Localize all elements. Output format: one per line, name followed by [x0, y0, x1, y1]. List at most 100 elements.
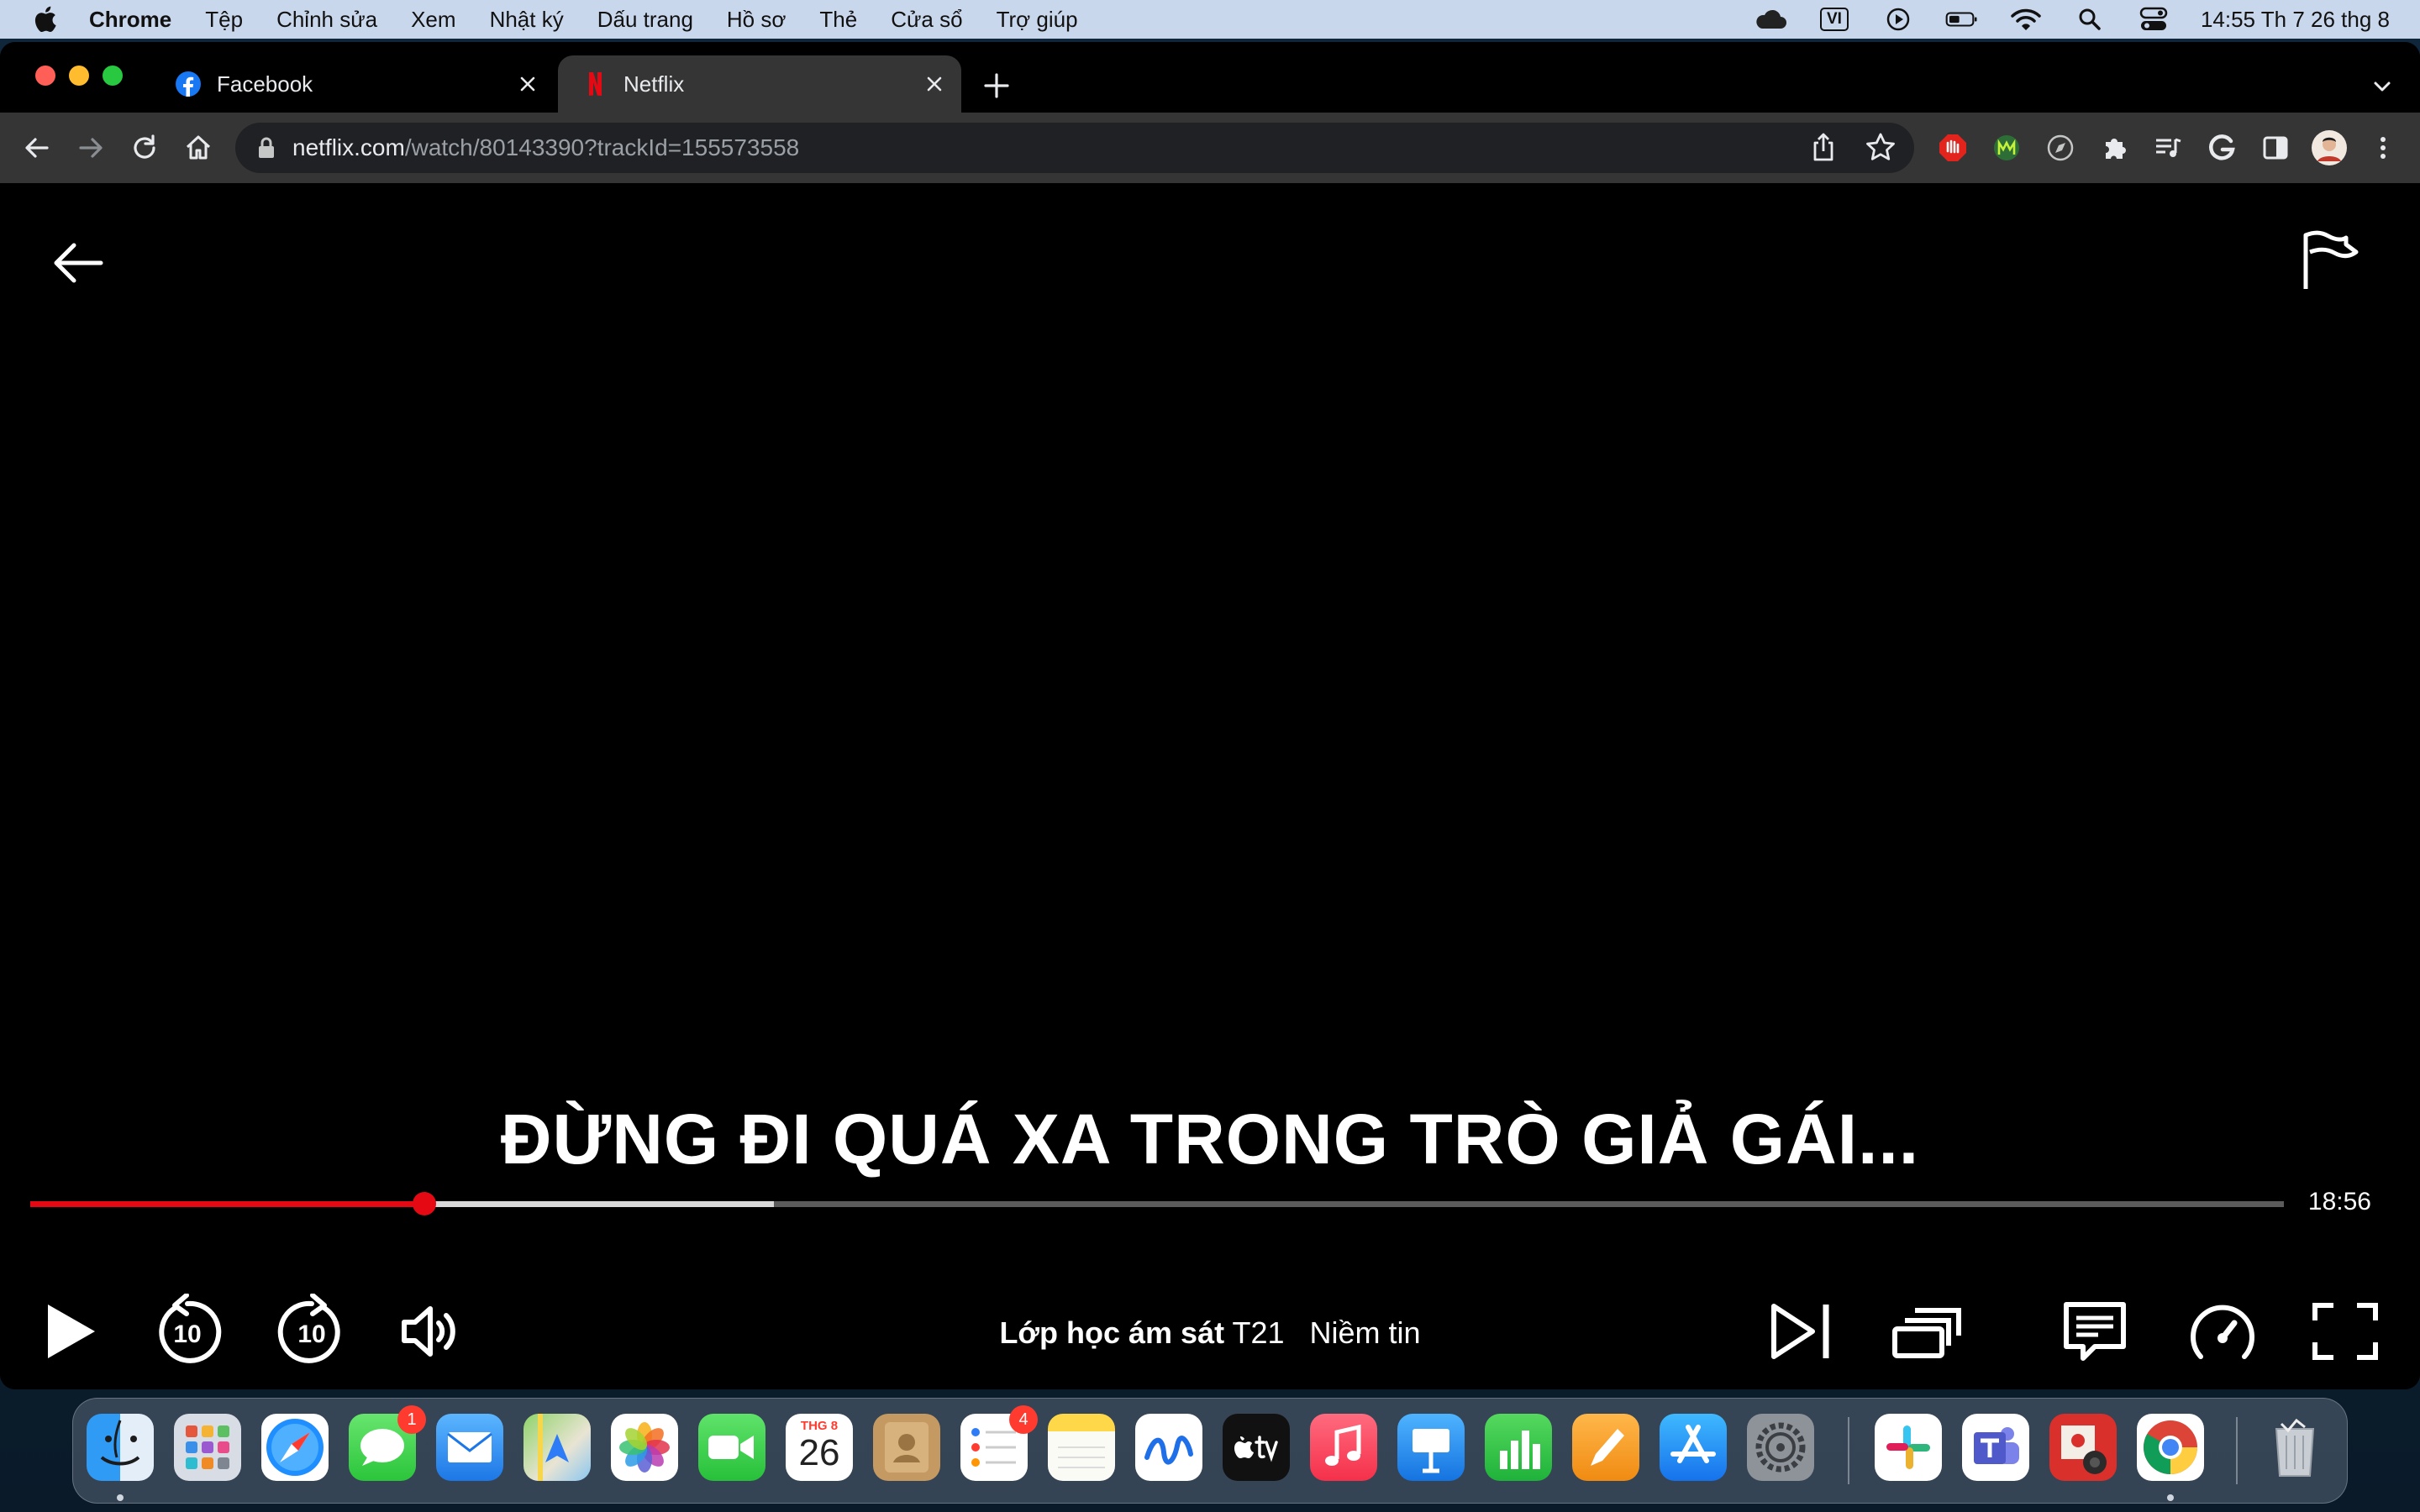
menu-view[interactable]: Xem: [411, 7, 455, 33]
profile-avatar[interactable]: [2309, 128, 2349, 168]
slack-icon[interactable]: [1875, 1414, 1942, 1481]
tab-search-chevron-icon[interactable]: [2370, 74, 2395, 99]
tab-title: Facebook: [217, 71, 313, 97]
side-panel-icon[interactable]: [2255, 128, 2296, 168]
trash-icon[interactable]: [2261, 1414, 2328, 1481]
grammarly-extension-icon[interactable]: [2202, 128, 2242, 168]
running-indicator: [2167, 1494, 2174, 1501]
adblock-extension-icon[interactable]: [1933, 128, 1973, 168]
fullscreen-button[interactable]: [2307, 1294, 2383, 1369]
control-center-icon[interactable]: [2137, 7, 2170, 32]
bookmark-star-icon[interactable]: [1864, 131, 1897, 165]
system-settings-icon[interactable]: [1747, 1414, 1814, 1481]
app-store-icon[interactable]: [1660, 1414, 1727, 1481]
chrome-menu-button[interactable]: [2363, 128, 2403, 168]
menu-window[interactable]: Cửa sổ: [891, 7, 962, 33]
dock: 1 THG 8 26 4: [72, 1398, 2348, 1504]
finder-icon[interactable]: [87, 1414, 154, 1481]
freeform-icon[interactable]: [1135, 1414, 1202, 1481]
media-play-icon[interactable]: [1881, 7, 1915, 32]
vpn-extension-icon[interactable]: [1986, 128, 2027, 168]
maps-icon[interactable]: [523, 1414, 591, 1481]
subtitles-icon: [2064, 1302, 2126, 1361]
numbers-icon[interactable]: [1485, 1414, 1552, 1481]
chrome-icon[interactable]: [2137, 1414, 2204, 1481]
new-tab-icon[interactable]: [981, 71, 1012, 101]
zoom-window-button[interactable]: [103, 66, 123, 86]
share-icon[interactable]: [1807, 131, 1840, 165]
next-episode-button[interactable]: [1763, 1294, 1839, 1369]
menu-history[interactable]: Nhật ký: [490, 7, 564, 33]
menu-bar: Chrome Tệp Chỉnh sửa Xem Nhật ký Dấu tra…: [0, 0, 2420, 39]
menu-help[interactable]: Trợ giúp: [997, 7, 1078, 33]
dock-separator: [2236, 1417, 2238, 1484]
mail-icon[interactable]: [436, 1414, 503, 1481]
apple-menu-icon[interactable]: [32, 5, 57, 34]
episodes-button[interactable]: [1889, 1294, 1965, 1369]
calendar-day: 26: [798, 1432, 840, 1473]
next-episode-icon: [1771, 1304, 1829, 1359]
media-queue-icon[interactable]: [2148, 128, 2188, 168]
tab-strip: Facebook Netflix: [0, 42, 2420, 113]
report-problem-flag-icon[interactable]: [2301, 230, 2360, 291]
compass-extension-icon[interactable]: [2040, 128, 2081, 168]
reload-button[interactable]: [126, 129, 163, 166]
battery-icon[interactable]: [1945, 7, 1979, 32]
progress-scrubber-handle[interactable]: [413, 1192, 437, 1215]
messages-badge: 1: [397, 1405, 426, 1434]
playback-speed-button[interactable]: [2185, 1294, 2260, 1369]
facetime-icon[interactable]: [698, 1414, 765, 1481]
reminders-badge: 4: [1009, 1405, 1038, 1434]
dock-separator: [1848, 1417, 1849, 1484]
progress-played: [30, 1201, 425, 1207]
clock[interactable]: 14:55 Th 7 26 thg 8: [2201, 7, 2390, 33]
facebook-favicon-icon: [176, 71, 201, 97]
menu-profiles[interactable]: Hồ sơ: [727, 7, 786, 33]
time-remaining: 18:56: [2307, 1188, 2371, 1215]
pages-icon[interactable]: [1572, 1414, 1639, 1481]
reload-icon: [134, 134, 155, 159]
progress-bar[interactable]: [30, 1192, 2284, 1215]
music-icon[interactable]: [1310, 1414, 1377, 1481]
menu-tab[interactable]: Thẻ: [819, 7, 857, 33]
apple-tv-icon[interactable]: [1223, 1414, 1290, 1481]
teams-icon[interactable]: [1962, 1414, 2029, 1481]
extensions-puzzle-icon[interactable]: [2094, 128, 2134, 168]
safari-icon[interactable]: [261, 1414, 329, 1481]
url-path: /watch/80143390?trackId=155573558: [404, 134, 800, 160]
close-window-button[interactable]: [35, 66, 55, 86]
browser-window: Facebook Netflix netflix.com/watch/80143…: [0, 42, 2420, 1389]
lock-icon[interactable]: [257, 137, 276, 159]
cloud-icon[interactable]: [1754, 7, 1787, 32]
tab-netflix[interactable]: Netflix: [558, 55, 961, 113]
wifi-icon[interactable]: [2009, 7, 2043, 32]
kebab-menu-icon: [2381, 137, 2386, 159]
url-host: netflix.com: [292, 134, 405, 160]
back-to-browse-icon[interactable]: [49, 234, 108, 292]
close-tab-icon[interactable]: [923, 72, 946, 96]
netflix-favicon-icon: [589, 72, 602, 96]
photos-icon[interactable]: [611, 1414, 678, 1481]
menu-edit[interactable]: Chỉnh sửa: [276, 7, 377, 33]
tab-facebook[interactable]: Facebook: [151, 55, 555, 113]
active-app-name[interactable]: Chrome: [89, 7, 171, 33]
video-player[interactable]: ĐỪNG ĐI QUÁ XA TRONG TRÒ GIẢ GÁI... 18:5…: [0, 183, 2420, 1389]
keynote-icon[interactable]: [1397, 1414, 1465, 1481]
calendar-icon[interactable]: THG 8 26: [786, 1414, 853, 1481]
back-button[interactable]: [18, 129, 55, 166]
forward-button[interactable]: [72, 129, 109, 166]
launchpad-icon[interactable]: [174, 1414, 241, 1481]
fullscreen-icon: [2312, 1303, 2378, 1360]
contacts-icon[interactable]: [873, 1414, 940, 1481]
photo-booth-icon[interactable]: [2049, 1414, 2117, 1481]
minimize-window-button[interactable]: [69, 66, 89, 86]
address-bar[interactable]: netflix.com/watch/80143390?trackId=15557…: [235, 123, 1914, 173]
close-tab-icon[interactable]: [516, 72, 539, 96]
home-button[interactable]: [180, 129, 217, 166]
menu-file[interactable]: Tệp: [205, 7, 243, 33]
menu-bookmarks[interactable]: Dấu trang: [597, 7, 693, 33]
spotlight-search-icon[interactable]: [2073, 7, 2107, 32]
notes-icon[interactable]: [1048, 1414, 1115, 1481]
subtitles-audio-button[interactable]: [2057, 1294, 2133, 1369]
input-source-icon[interactable]: VI: [1818, 7, 1851, 32]
